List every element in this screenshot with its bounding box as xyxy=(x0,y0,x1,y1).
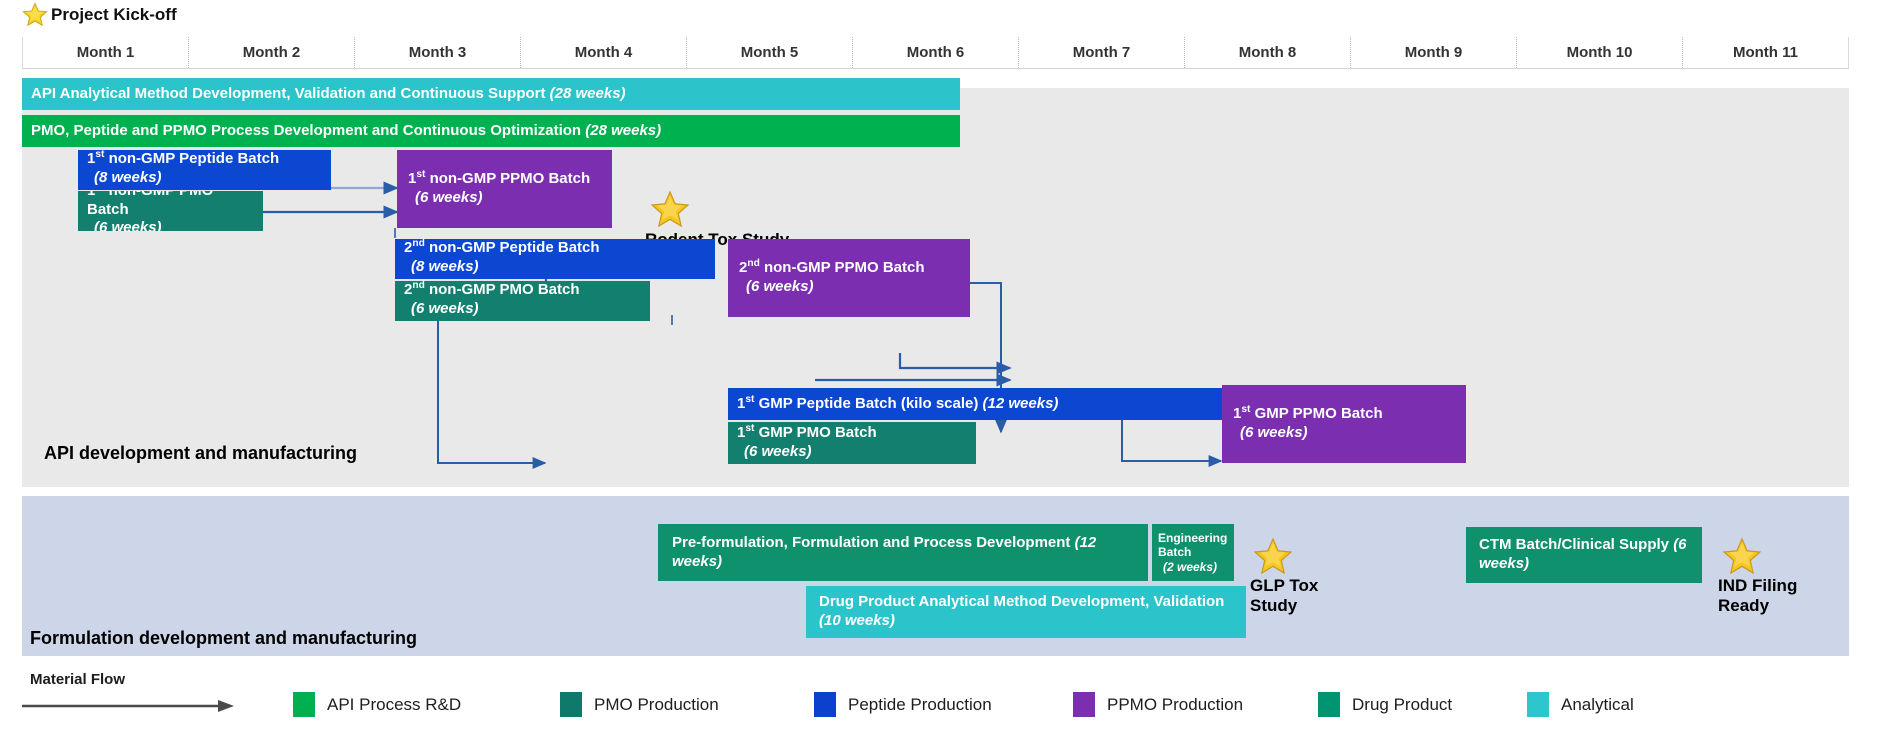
milestone-glp-tox-study: GLP Tox Study xyxy=(1250,576,1318,617)
legend-item-analytical: Analytical xyxy=(1527,692,1634,717)
task-drug-product-analytical[interactable]: Drug Product Analytical Method Developme… xyxy=(806,586,1246,638)
task-duration: (6 weeks) xyxy=(94,219,162,231)
legend-item-api-process-rd: API Process R&D xyxy=(293,692,461,717)
task-ordinal-suffix: nd xyxy=(412,281,425,292)
legend-swatch xyxy=(1527,692,1549,717)
legend-item-drug-product: Drug Product xyxy=(1318,692,1452,717)
task-ordinal-suffix: nd xyxy=(747,258,760,270)
task-title: non-GMP Peptide Batch xyxy=(104,150,280,168)
task-title: PMO, Peptide and PPMO Process Developmen… xyxy=(31,121,582,139)
legend-label: Analytical xyxy=(1561,694,1634,714)
ind-line-1: IND Filing xyxy=(1718,576,1798,595)
task-api-analytical[interactable]: API Analytical Method Development, Valid… xyxy=(22,78,960,110)
legend-material-flow-label: Material Flow xyxy=(30,671,126,688)
task-duration: (6 weeks) xyxy=(415,189,483,206)
task-title: CTM Batch/Clinical Supply xyxy=(1479,536,1674,554)
task-pmo-process-development[interactable]: PMO, Peptide and PPMO Process Developmen… xyxy=(22,115,960,147)
legend-label: Drug Product xyxy=(1352,694,1453,714)
task-title: non-GMP PMO Batch xyxy=(424,281,580,299)
star-icon xyxy=(1722,537,1762,577)
task-duration: (12 weeks) xyxy=(982,394,1059,412)
legend-swatch xyxy=(293,692,315,717)
task-nongmp-pmo-batch-1[interactable]: 1st non-GMP PMO Batch (6 weeks) xyxy=(78,191,263,231)
legend-swatch xyxy=(1318,692,1340,717)
task-duration: (6 weeks) xyxy=(411,300,479,317)
legend: Material Flow API Process R&D PMO Produc… xyxy=(0,668,1877,737)
legend-swatch xyxy=(814,692,836,717)
task-duration: (28 weeks) xyxy=(549,84,626,102)
legend-label: PPMO Production xyxy=(1107,694,1244,714)
task-duration: (10 weeks) xyxy=(819,612,895,629)
task-duration: (6 weeks) xyxy=(746,278,814,295)
task-title: GMP PMO Batch xyxy=(754,423,877,441)
task-gmp-pmo-batch-1[interactable]: 1st GMP PMO Batch (6 weeks) xyxy=(728,422,976,464)
star-icon xyxy=(650,190,690,230)
task-gmp-ppmo-batch-1[interactable]: 1st GMP PPMO Batch (6 weeks) xyxy=(1222,385,1466,463)
task-duration: (6 weeks) xyxy=(744,442,812,460)
legend-label: API Process R&D xyxy=(327,694,462,714)
task-duration: (28 weeks) xyxy=(585,121,662,139)
task-nongmp-ppmo-batch-2[interactable]: 2nd non-GMP PPMO Batch (6 weeks) xyxy=(728,239,970,317)
task-title: non-GMP PPMO Batch xyxy=(759,259,925,277)
star-icon xyxy=(1253,537,1293,577)
task-title: non-GMP Peptide Batch xyxy=(424,239,600,257)
task-ctm-batch-clinical-supply[interactable]: CTM Batch/Clinical Supply (6 weeks) xyxy=(1466,527,1702,583)
task-duration: (2 weeks) xyxy=(1163,559,1218,574)
legend-item-peptide-production: Peptide Production xyxy=(814,692,992,717)
material-flow-arrow-icon xyxy=(22,700,234,712)
task-duration: (8 weeks) xyxy=(94,169,162,186)
task-nongmp-peptide-batch-1[interactable]: 1st non-GMP Peptide Batch (8 weeks) xyxy=(78,150,331,190)
task-ordinal: 1 xyxy=(87,191,95,199)
task-title: Drug Product Analytical Method Developme… xyxy=(819,593,1225,611)
task-title: GMP Peptide Batch (kilo scale) xyxy=(754,394,983,412)
legend-label: Peptide Production xyxy=(848,694,992,714)
milestone-ind-filing-ready: IND Filing Ready xyxy=(1718,576,1797,617)
legend-item-pmo-production: PMO Production xyxy=(560,692,719,717)
legend-label: PMO Production xyxy=(594,694,719,714)
task-ordinal-suffix: nd xyxy=(412,239,425,250)
task-engineering-batch[interactable]: Engineering Batch (2 weeks) xyxy=(1152,524,1234,581)
task-title: non-GMP PPMO Batch xyxy=(425,170,591,188)
task-duration: (8 weeks) xyxy=(411,258,479,275)
task-nongmp-ppmo-batch-1[interactable]: 1st non-GMP PPMO Batch (6 weeks) xyxy=(397,150,612,228)
glp-tox-line-2: Study xyxy=(1250,596,1298,616)
task-title: GMP PPMO Batch xyxy=(1250,405,1383,423)
task-title: Engineering Batch xyxy=(1158,531,1228,560)
task-nongmp-pmo-batch-2[interactable]: 2nd non-GMP PMO Batch (6 weeks) xyxy=(395,281,650,321)
ind-line-2: Ready xyxy=(1718,596,1770,616)
glp-tox-line-1: GLP Tox xyxy=(1250,576,1319,595)
task-title: non-GMP PMO Batch xyxy=(87,191,213,218)
legend-swatch xyxy=(560,692,582,717)
task-preformulation-development[interactable]: Pre-formulation, Formulation and Process… xyxy=(658,524,1148,581)
task-duration: (6 weeks) xyxy=(1240,424,1308,441)
task-title: API Analytical Method Development, Valid… xyxy=(31,84,546,102)
task-gmp-peptide-batch-1[interactable]: 1st GMP Peptide Batch (kilo scale) (12 w… xyxy=(728,388,1224,420)
task-nongmp-peptide-batch-2[interactable]: 2nd non-GMP Peptide Batch (8 weeks) xyxy=(395,239,715,279)
task-title: Pre-formulation, Formulation and Process… xyxy=(672,533,1075,551)
legend-item-ppmo-production: PPMO Production xyxy=(1073,692,1243,717)
legend-swatch xyxy=(1073,692,1095,717)
